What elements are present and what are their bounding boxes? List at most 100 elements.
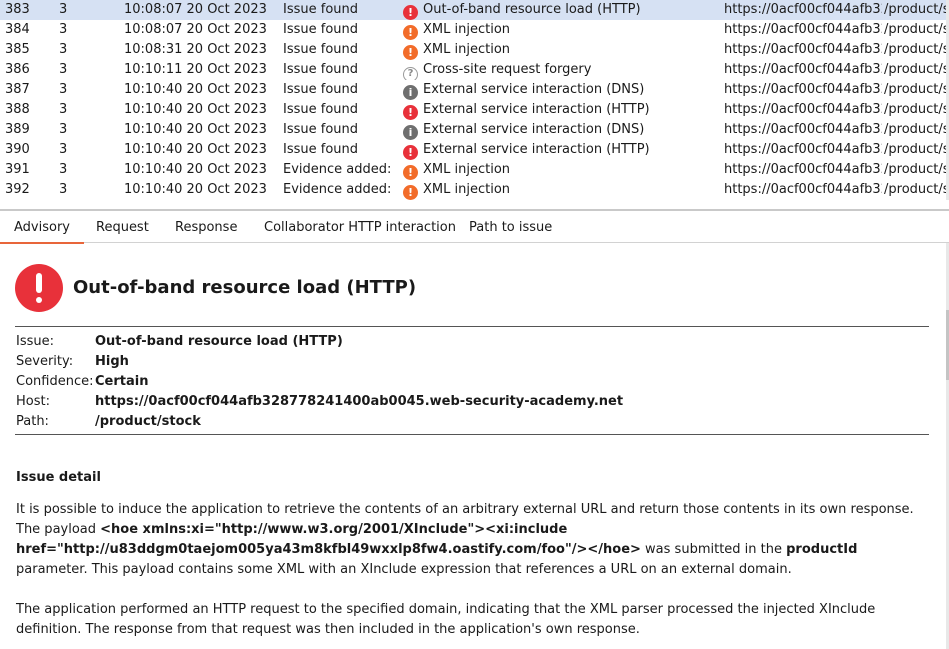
row-action: Evidence added: ... bbox=[283, 162, 395, 177]
row-issue-name: XML injection bbox=[423, 42, 511, 57]
high-severity-icon: ! bbox=[403, 145, 418, 160]
row-issue-name: Out-of-band resource load (HTTP) bbox=[423, 2, 641, 17]
row-path: /product/st bbox=[884, 2, 949, 17]
row-issue-name: External service interaction (HTTP) bbox=[423, 102, 650, 117]
row-number: 390 bbox=[5, 142, 30, 157]
table-row[interactable]: 392 3 10:10:40 20 Oct 2023 Evidence added: … bbox=[0, 180, 949, 200]
table-row[interactable]: 383 3 10:08:07 20 Oct 2023 Issue found! Out-… bbox=[0, 0, 949, 20]
detail-text: parameter. This payload contains some XM… bbox=[16, 562, 792, 577]
row-type: 3 bbox=[59, 62, 68, 77]
row-type: 3 bbox=[59, 162, 68, 177]
detail-tabs: Advisory Request Response Collaborator H… bbox=[0, 213, 949, 244]
row-issue: ? Cross-site request forgery bbox=[403, 60, 718, 80]
row-number: 389 bbox=[5, 122, 30, 137]
row-issue: ! XML injection bbox=[403, 180, 718, 200]
row-action: Issue found bbox=[283, 142, 359, 157]
parameter-name: productId bbox=[786, 542, 858, 557]
information-icon: i bbox=[403, 85, 418, 100]
row-host: https://0acf00cf044afb32... bbox=[724, 82, 882, 97]
severity-label: Severity: bbox=[16, 354, 74, 369]
row-issue-name: External service interaction (DNS) bbox=[423, 122, 645, 137]
row-host: https://0acf00cf044afb32... bbox=[724, 62, 882, 77]
row-path: /product/st bbox=[884, 142, 949, 157]
row-issue: ! External service interaction (HTTP) bbox=[403, 100, 718, 120]
row-path: /product/st bbox=[884, 42, 949, 57]
divider bbox=[15, 326, 929, 327]
row-issue: ! External service interaction (HTTP) bbox=[403, 140, 718, 160]
row-action: Issue found bbox=[283, 62, 359, 77]
information-icon: i bbox=[403, 125, 418, 140]
issue-label: Issue: bbox=[16, 334, 54, 349]
row-type: 3 bbox=[59, 182, 68, 197]
issue-detail-paragraph: The application performed an HTTP reques… bbox=[16, 602, 876, 637]
medium-severity-icon: ! bbox=[403, 45, 418, 60]
table-row[interactable]: 391 3 10:10:40 20 Oct 2023 Evidence added: … bbox=[0, 160, 949, 180]
confidence-label: Confidence: bbox=[16, 374, 94, 389]
summary-confidence-row: Confidence: Certain bbox=[16, 372, 623, 392]
row-action: Issue found bbox=[283, 102, 359, 117]
row-number: 386 bbox=[5, 62, 30, 77]
high-severity-icon: ! bbox=[403, 5, 418, 20]
row-time: 10:10:11 20 Oct 2023 bbox=[124, 62, 267, 77]
path-label: Path: bbox=[16, 414, 49, 429]
row-host: https://0acf00cf044afb32... bbox=[724, 122, 882, 137]
row-host: https://0acf00cf044afb32... bbox=[724, 142, 882, 157]
issue-value: Out-of-band resource load (HTTP) bbox=[95, 334, 343, 349]
tab-collaborator-http-interaction[interactable]: Collaborator HTTP interaction bbox=[250, 213, 470, 242]
tab-request[interactable]: Request bbox=[82, 213, 163, 242]
host-label: Host: bbox=[16, 394, 50, 409]
row-host: https://0acf00cf044afb32... bbox=[724, 182, 882, 197]
row-path: /product/st bbox=[884, 162, 949, 177]
high-severity-icon: ! bbox=[403, 105, 418, 120]
row-path: /product/st bbox=[884, 62, 949, 77]
row-number: 391 bbox=[5, 162, 30, 177]
row-action: Evidence added: ... bbox=[283, 182, 395, 197]
row-host: https://0acf00cf044afb32... bbox=[724, 22, 882, 37]
row-host: https://0acf00cf044afb32... bbox=[724, 2, 882, 17]
issue-detail-paragraph: It is possible to induce the application… bbox=[16, 500, 926, 580]
medium-severity-icon: ! bbox=[403, 25, 418, 40]
medium-severity-icon: ! bbox=[403, 185, 418, 200]
row-host: https://0acf00cf044afb32... bbox=[724, 42, 882, 57]
pane-splitter[interactable] bbox=[0, 209, 949, 211]
row-time: 10:08:07 20 Oct 2023 bbox=[124, 2, 267, 17]
row-path: /product/st bbox=[884, 22, 949, 37]
issue-detail-heading: Issue detail bbox=[16, 470, 101, 485]
row-type: 3 bbox=[59, 102, 68, 117]
table-row[interactable]: 388 3 10:10:40 20 Oct 2023 Issue found! Exte… bbox=[0, 100, 949, 120]
table-row[interactable]: 390 3 10:10:40 20 Oct 2023 Issue found! Exte… bbox=[0, 140, 949, 160]
row-path: /product/st bbox=[884, 82, 949, 97]
table-row[interactable]: 384 3 10:08:07 20 Oct 2023 Issue found! XML … bbox=[0, 20, 949, 40]
row-number: 383 bbox=[5, 2, 30, 17]
host-value: https://0acf00cf044afb328778241400ab0045… bbox=[95, 394, 624, 409]
row-host: https://0acf00cf044afb32... bbox=[724, 102, 882, 117]
row-issue-name: XML injection bbox=[423, 182, 511, 197]
summary-path-row: Path: /product/stock bbox=[16, 412, 623, 432]
row-issue-name: XML injection bbox=[423, 22, 511, 37]
tab-advisory[interactable]: Advisory bbox=[0, 213, 84, 244]
row-number: 392 bbox=[5, 182, 30, 197]
row-action: Issue found bbox=[283, 22, 359, 37]
row-time: 10:10:40 20 Oct 2023 bbox=[124, 162, 267, 177]
table-row[interactable]: 385 3 10:08:31 20 Oct 2023 Issue found! XML … bbox=[0, 40, 949, 60]
table-row[interactable]: 387 3 10:10:40 20 Oct 2023 Issue found i Exte… bbox=[0, 80, 949, 100]
confidence-value: Certain bbox=[95, 374, 149, 389]
path-value: /product/stock bbox=[95, 414, 201, 429]
row-path: /product/st bbox=[884, 102, 949, 117]
summary-severity-row: Severity: High bbox=[16, 352, 623, 372]
tab-response[interactable]: Response bbox=[161, 213, 251, 242]
row-action: Issue found bbox=[283, 122, 359, 137]
detail-text: was submitted in the bbox=[640, 542, 787, 557]
row-host: https://0acf00cf044afb32... bbox=[724, 162, 882, 177]
tab-path-to-issue[interactable]: Path to issue bbox=[455, 213, 566, 242]
summary-host-row: Host: https://0acf00cf044afb328778241400a… bbox=[16, 392, 623, 412]
row-type: 3 bbox=[59, 82, 68, 97]
row-type: 3 bbox=[59, 122, 68, 137]
advisory-panel: Out-of-band resource load (HTTP) Issue: O… bbox=[0, 243, 946, 649]
table-row[interactable]: 386 3 10:10:11 20 Oct 2023 Issue found ? Cros… bbox=[0, 60, 949, 80]
row-issue-name: XML injection bbox=[423, 162, 511, 177]
table-row[interactable]: 389 3 10:10:40 20 Oct 2023 Issue found i Exte… bbox=[0, 120, 949, 140]
row-issue: i External service interaction (DNS) bbox=[403, 120, 718, 140]
row-time: 10:10:40 20 Oct 2023 bbox=[124, 142, 267, 157]
row-number: 388 bbox=[5, 102, 30, 117]
